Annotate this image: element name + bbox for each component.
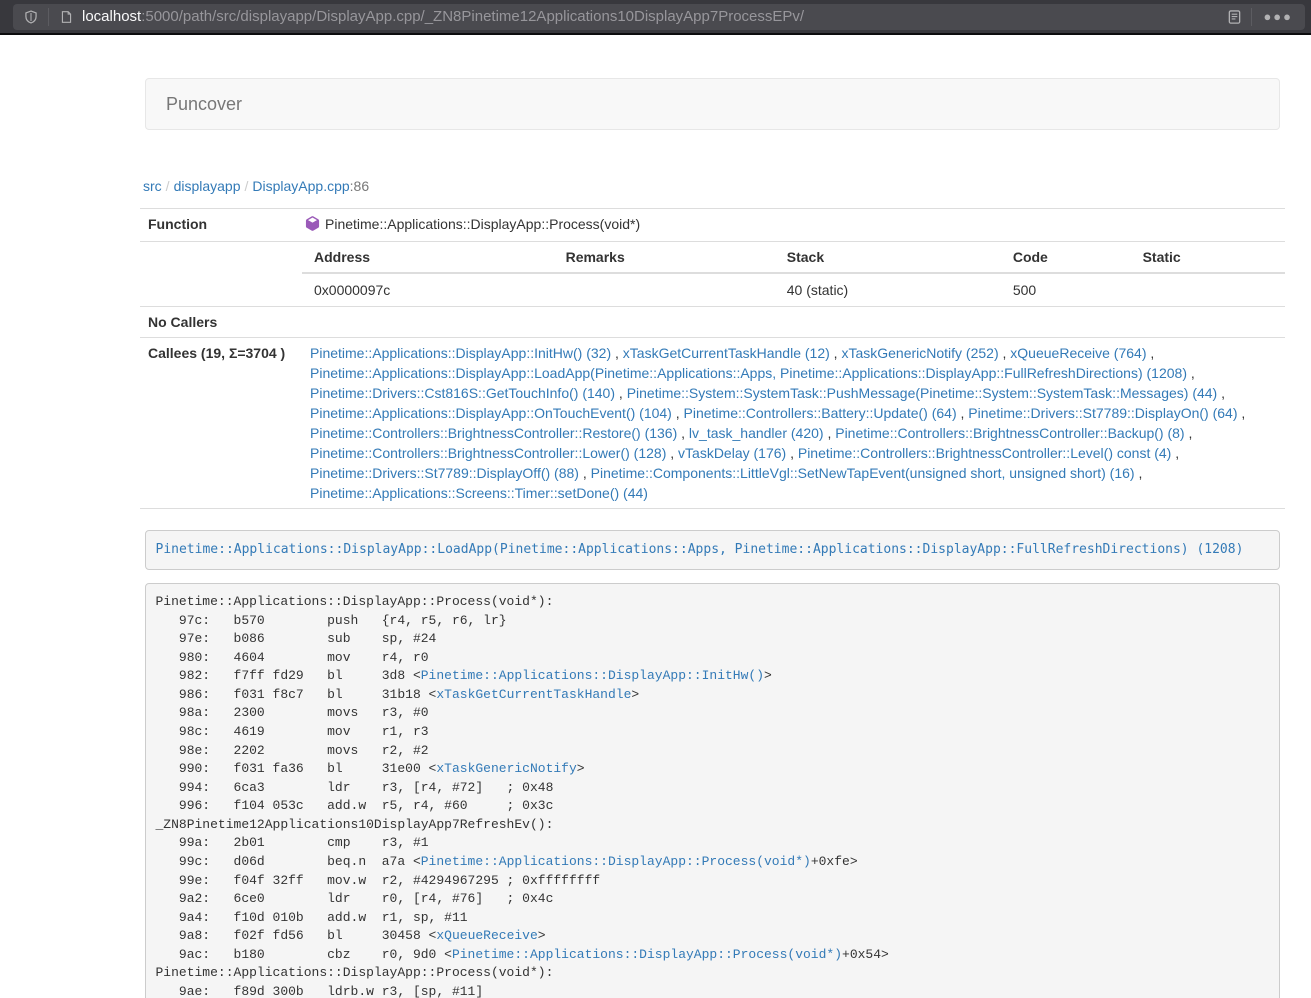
asm-symbol-link[interactable]: xTaskGetCurrentTaskHandle	[436, 687, 631, 702]
static-value	[1135, 273, 1285, 306]
url-bar-divider	[48, 8, 49, 26]
column-header-address: Address	[302, 242, 558, 273]
callee-link[interactable]: Pinetime::System::SystemTask::PushMessag…	[627, 385, 1218, 401]
app-title[interactable]: Puncover	[166, 94, 242, 115]
callee-link[interactable]: lv_task_handler (420)	[689, 425, 824, 441]
page-info-icon[interactable]	[56, 7, 76, 27]
breadcrumb-displayapp[interactable]: displayapp	[174, 178, 241, 194]
callee-link[interactable]: Pinetime::Drivers::Cst816S::GetTouchInfo…	[310, 385, 615, 401]
page-actions-menu-icon[interactable]: ●●●	[1263, 9, 1293, 24]
symbol-cube-icon	[305, 216, 320, 236]
reader-mode-icon[interactable]	[1224, 7, 1244, 27]
tracking-protection-shield-icon[interactable]	[21, 7, 41, 27]
url-text[interactable]: localhost:5000/path/src/displayapp/Displ…	[82, 8, 804, 25]
callees-row: Callees (19, Σ=3704 ) Pinetime::Applicat…	[140, 338, 1285, 509]
function-name: Pinetime::Applications::DisplayApp::Proc…	[325, 216, 640, 232]
callee-link[interactable]: Pinetime::Components::LittleVgl::SetNewT…	[591, 465, 1135, 481]
function-label: Function	[140, 209, 302, 242]
breadcrumb-line-number: :86	[350, 178, 369, 194]
asm-symbol-link[interactable]: xQueueReceive	[436, 928, 537, 943]
callee-link[interactable]: Pinetime::Drivers::St7789::DisplayOn() (…	[968, 405, 1237, 421]
breadcrumb-separator: /	[162, 178, 174, 194]
no-callers-row: No Callers	[140, 307, 1285, 338]
function-stats-row: Address Remarks Stack Code Static 0x0000…	[140, 242, 1285, 307]
asm-symbol-link[interactable]: Pinetime::Applications::DisplayApp::Proc…	[421, 854, 811, 869]
callee-link[interactable]: Pinetime::Controllers::Battery::Update()…	[684, 405, 957, 421]
callee-link[interactable]: Pinetime::Applications::DisplayApp::Init…	[310, 345, 611, 361]
code-value: 500	[1005, 273, 1135, 306]
stack-value: 40 (static)	[779, 273, 1005, 306]
breadcrumb-separator: /	[241, 178, 253, 194]
callee-link[interactable]: Pinetime::Controllers::BrightnessControl…	[310, 445, 666, 461]
column-header-static: Static	[1135, 242, 1285, 273]
callees-label: Callees (19, Σ=3704 )	[140, 338, 302, 509]
callees-list: Pinetime::Applications::DisplayApp::Init…	[302, 338, 1285, 509]
browser-toolbar: localhost:5000/path/src/displayapp/Displ…	[0, 0, 1311, 35]
column-header-code: Code	[1005, 242, 1135, 273]
no-callers-cell	[302, 307, 1285, 338]
function-detail-table: Function Pinetime::Applications::Display…	[140, 208, 1285, 509]
selected-callee-block: Pinetime::Applications::DisplayApp::Load…	[145, 530, 1280, 570]
callee-link[interactable]: xTaskGetCurrentTaskHandle (12)	[623, 345, 830, 361]
callee-link[interactable]: Pinetime::Drivers::St7789::DisplayOff() …	[310, 465, 579, 481]
column-header-remarks: Remarks	[558, 242, 779, 273]
asm-symbol-link[interactable]: Pinetime::Applications::DisplayApp::Init…	[421, 668, 764, 683]
callee-link[interactable]: Pinetime::Controllers::BrightnessControl…	[835, 425, 1184, 441]
no-callers-label: No Callers	[140, 307, 302, 338]
empty-label-cell	[140, 242, 302, 307]
stats-value-row: 0x0000097c 40 (static) 500	[302, 273, 1285, 306]
url-host: localhost	[82, 8, 141, 25]
callee-link[interactable]: Pinetime::Controllers::BrightnessControl…	[310, 425, 677, 441]
breadcrumb: src/displayapp/DisplayApp.cpp:86	[143, 176, 1285, 196]
stats-table: Address Remarks Stack Code Static 0x0000…	[302, 242, 1285, 306]
function-row: Function Pinetime::Applications::Display…	[140, 209, 1285, 242]
function-name-cell: Pinetime::Applications::DisplayApp::Proc…	[302, 209, 1285, 242]
address-value: 0x0000097c	[302, 273, 558, 306]
url-path: :5000/path/src/displayapp/DisplayApp.cpp…	[141, 8, 804, 25]
selected-callee-link[interactable]: Pinetime::Applications::DisplayApp::Load…	[156, 542, 1244, 557]
page-container: Puncover src/displayapp/DisplayApp.cpp:8…	[140, 78, 1285, 998]
remarks-value	[558, 273, 779, 306]
asm-symbol-link[interactable]: Pinetime::Applications::DisplayApp::Proc…	[452, 947, 842, 962]
assembly-code: Pinetime::Applications::DisplayApp::Proc…	[156, 594, 889, 998]
breadcrumb-src[interactable]: src	[143, 178, 162, 194]
app-navbar: Puncover	[145, 78, 1280, 130]
assembly-listing: Pinetime::Applications::DisplayApp::Proc…	[145, 583, 1280, 998]
callee-link[interactable]: Pinetime::Controllers::BrightnessControl…	[798, 445, 1171, 461]
stats-header-row: Address Remarks Stack Code Static	[302, 242, 1285, 273]
callee-link[interactable]: Pinetime::Applications::DisplayApp::OnTo…	[310, 405, 672, 421]
callee-link[interactable]: xQueueReceive (764)	[1010, 345, 1146, 361]
callee-link[interactable]: Pinetime::Applications::Screens::Timer::…	[310, 485, 648, 501]
callee-link[interactable]: vTaskDelay (176)	[678, 445, 786, 461]
callee-link[interactable]: Pinetime::Applications::DisplayApp::Load…	[310, 365, 1187, 381]
callee-link[interactable]: xTaskGenericNotify (252)	[841, 345, 998, 361]
asm-symbol-link[interactable]: xTaskGenericNotify	[436, 761, 576, 776]
url-bar[interactable]: localhost:5000/path/src/displayapp/Displ…	[13, 4, 1305, 30]
page-actions-divider	[1251, 8, 1252, 26]
column-header-stack: Stack	[779, 242, 1005, 273]
breadcrumb-file[interactable]: DisplayApp.cpp	[252, 178, 349, 194]
